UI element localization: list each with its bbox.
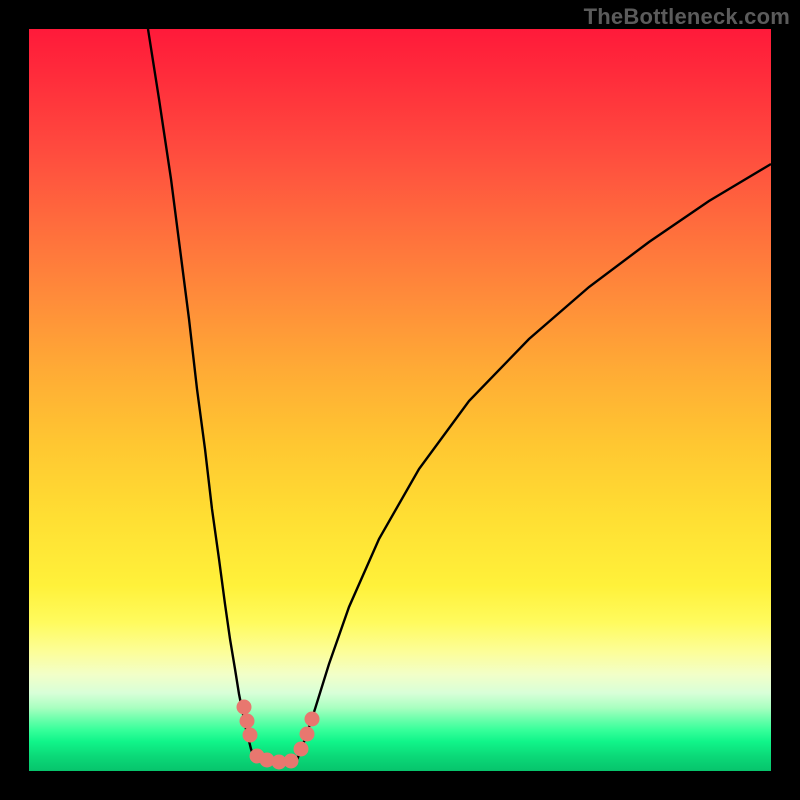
- plot-area: [29, 29, 771, 771]
- watermark-text: TheBottleneck.com: [584, 4, 790, 30]
- marker-dot: [237, 700, 252, 715]
- curve-path: [148, 29, 771, 762]
- marker-dot: [240, 714, 255, 729]
- marker-dot: [243, 728, 258, 743]
- marker-group: [237, 700, 320, 770]
- marker-dot: [300, 727, 315, 742]
- marker-dot: [305, 712, 320, 727]
- bottleneck-curve: [29, 29, 771, 771]
- marker-dot: [284, 754, 299, 769]
- marker-dot: [294, 742, 309, 757]
